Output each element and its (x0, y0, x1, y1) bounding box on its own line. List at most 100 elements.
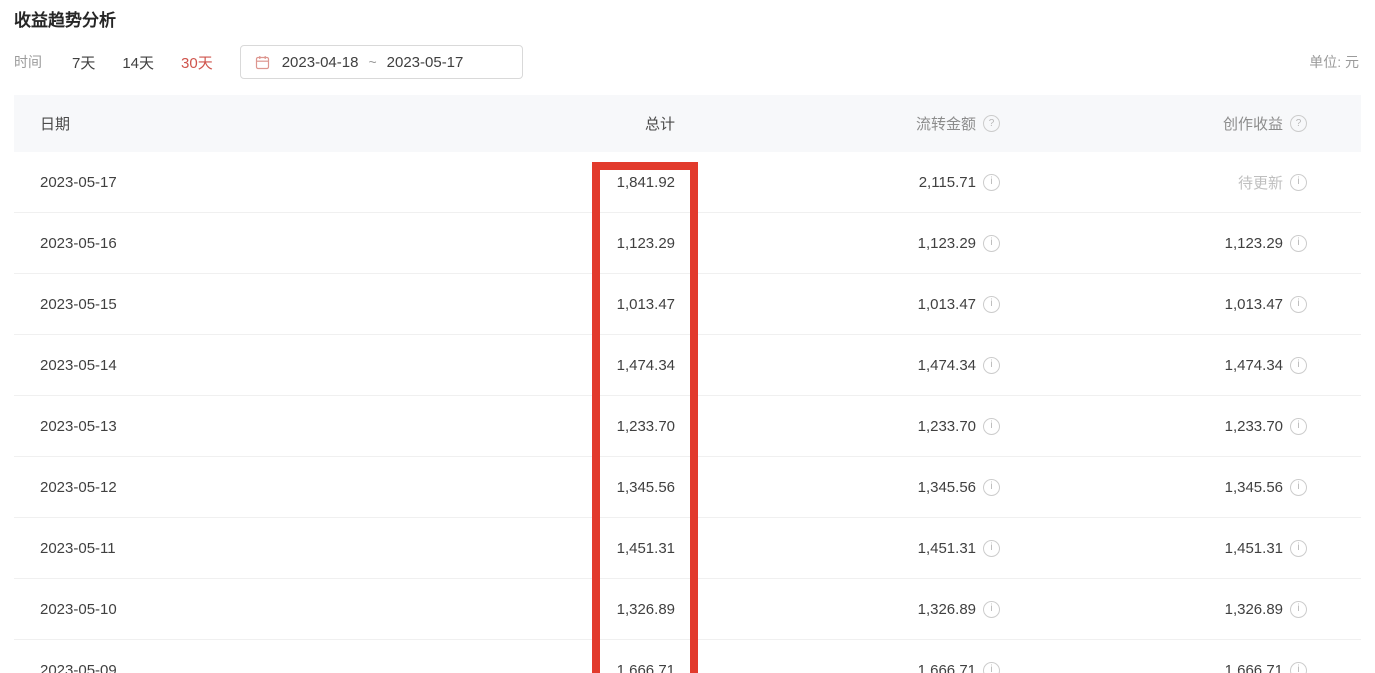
info-icon[interactable]: i (1290, 357, 1307, 374)
table-row: 2023-05-17 1,841.92 2,115.71 i 待更新 i (14, 152, 1361, 213)
cell-total: 1,451.31 (434, 540, 675, 557)
table-row: 2023-05-13 1,233.70 1,233.70 i 1,233.70 … (14, 396, 1361, 457)
revenue-trend-panel: 收益趋势分析 时间 7天 14天 30天 2023-04-18 ~ 2023-0… (0, 0, 1375, 673)
cell-creation: 1,013.47 i (1000, 296, 1307, 313)
cell-date: 2023-05-12 (14, 479, 434, 496)
cell-flow: 2,115.71 i (675, 174, 1000, 191)
cell-creation-value: 1,666.71 (1225, 662, 1283, 673)
info-icon[interactable]: i (983, 357, 1000, 374)
table-header-row: 日期 总计 流转金额 ? 创作收益 ? (14, 95, 1361, 152)
cell-flow-value: 1,233.70 (918, 418, 976, 435)
cell-creation-value: 1,123.29 (1225, 235, 1283, 252)
cell-creation: 1,451.31 i (1000, 540, 1307, 557)
info-icon[interactable]: i (1290, 174, 1307, 191)
cell-creation-value: 1,233.70 (1225, 418, 1283, 435)
info-icon[interactable]: i (1290, 479, 1307, 496)
header-flow: 流转金额 ? (675, 113, 1000, 134)
unit-label: 单位: 元 (1309, 52, 1359, 72)
info-icon[interactable]: i (983, 235, 1000, 252)
info-icon[interactable]: i (983, 296, 1000, 313)
date-range-picker[interactable]: 2023-04-18 ~ 2023-05-17 (240, 45, 523, 79)
info-icon[interactable]: i (1290, 601, 1307, 618)
info-icon[interactable]: i (983, 174, 1000, 191)
cell-total: 1,326.89 (434, 601, 675, 618)
cell-date: 2023-05-14 (14, 357, 434, 374)
table-row: 2023-05-09 1,666.71 1,666.71 i 1,666.71 … (14, 640, 1361, 673)
cell-flow: 1,345.56 i (675, 479, 1000, 496)
cell-creation-value: 待更新 (1238, 172, 1283, 193)
cell-total: 1,013.47 (434, 296, 675, 313)
header-date: 日期 (14, 113, 434, 134)
date-range-separator: ~ (368, 54, 376, 70)
info-icon[interactable]: i (1290, 296, 1307, 313)
info-icon[interactable]: i (983, 662, 1000, 673)
info-icon[interactable]: i (1290, 662, 1307, 673)
cell-total: 1,666.71 (434, 662, 675, 673)
cell-total: 1,345.56 (434, 479, 675, 496)
info-icon[interactable]: i (1290, 418, 1307, 435)
tab-14-days[interactable]: 14天 (122, 52, 154, 73)
info-icon[interactable]: i (983, 418, 1000, 435)
header-total: 总计 (434, 113, 675, 134)
time-filter-label: 时间 (14, 52, 42, 72)
cell-creation: 1,123.29 i (1000, 235, 1307, 252)
cell-date: 2023-05-17 (14, 174, 434, 191)
tab-30-days[interactable]: 30天 (181, 52, 213, 73)
cell-flow: 1,013.47 i (675, 296, 1000, 313)
table-row: 2023-05-11 1,451.31 1,451.31 i 1,451.31 … (14, 518, 1361, 579)
cell-flow: 1,474.34 i (675, 357, 1000, 374)
header-creation-label: 创作收益 (1223, 113, 1283, 134)
table-row: 2023-05-12 1,345.56 1,345.56 i 1,345.56 … (14, 457, 1361, 518)
cell-flow-value: 1,013.47 (918, 296, 976, 313)
cell-flow: 1,123.29 i (675, 235, 1000, 252)
info-icon[interactable]: i (1290, 235, 1307, 252)
cell-flow-value: 1,345.56 (918, 479, 976, 496)
cell-flow-value: 1,666.71 (918, 662, 976, 673)
table-row: 2023-05-16 1,123.29 1,123.29 i 1,123.29 … (14, 213, 1361, 274)
cell-creation-value: 1,013.47 (1225, 296, 1283, 313)
info-icon[interactable]: i (983, 601, 1000, 618)
cell-total: 1,841.92 (434, 174, 675, 191)
help-icon[interactable]: ? (983, 115, 1000, 132)
cell-total: 1,474.34 (434, 357, 675, 374)
header-flow-label: 流转金额 (916, 113, 976, 134)
info-icon[interactable]: i (1290, 540, 1307, 557)
tab-7-days[interactable]: 7天 (72, 52, 95, 73)
cell-creation: 1,326.89 i (1000, 601, 1307, 618)
table-row: 2023-05-14 1,474.34 1,474.34 i 1,474.34 … (14, 335, 1361, 396)
cell-date: 2023-05-10 (14, 601, 434, 618)
table-row: 2023-05-15 1,013.47 1,013.47 i 1,013.47 … (14, 274, 1361, 335)
info-icon[interactable]: i (983, 540, 1000, 557)
info-icon[interactable]: i (983, 479, 1000, 496)
date-range-end[interactable]: 2023-05-17 (387, 54, 464, 71)
cell-creation: 1,666.71 i (1000, 662, 1307, 673)
header-creation: 创作收益 ? (1000, 113, 1307, 134)
cell-creation: 1,233.70 i (1000, 418, 1307, 435)
cell-date: 2023-05-09 (14, 662, 434, 673)
cell-total: 1,123.29 (434, 235, 675, 252)
date-range-start[interactable]: 2023-04-18 (282, 54, 359, 71)
cell-flow-value: 1,474.34 (918, 357, 976, 374)
cell-date: 2023-05-16 (14, 235, 434, 252)
cell-creation: 1,345.56 i (1000, 479, 1307, 496)
cell-creation-value: 1,326.89 (1225, 601, 1283, 618)
cell-flow-value: 2,115.71 (919, 174, 976, 191)
cell-flow: 1,451.31 i (675, 540, 1000, 557)
page-title: 收益趋势分析 (14, 6, 116, 31)
table-row: 2023-05-10 1,326.89 1,326.89 i 1,326.89 … (14, 579, 1361, 640)
cell-flow-value: 1,451.31 (918, 540, 976, 557)
cell-date: 2023-05-13 (14, 418, 434, 435)
cell-flow: 1,233.70 i (675, 418, 1000, 435)
cell-creation-value: 1,451.31 (1225, 540, 1283, 557)
cell-total: 1,233.70 (434, 418, 675, 435)
cell-flow-value: 1,326.89 (918, 601, 976, 618)
cell-date: 2023-05-15 (14, 296, 434, 313)
cell-flow: 1,326.89 i (675, 601, 1000, 618)
cell-creation: 1,474.34 i (1000, 357, 1307, 374)
cell-flow: 1,666.71 i (675, 662, 1000, 673)
cell-creation-value: 1,474.34 (1225, 357, 1283, 374)
cell-creation-value: 1,345.56 (1225, 479, 1283, 496)
help-icon[interactable]: ? (1290, 115, 1307, 132)
cell-flow-value: 1,123.29 (918, 235, 976, 252)
cell-date: 2023-05-11 (14, 540, 434, 557)
